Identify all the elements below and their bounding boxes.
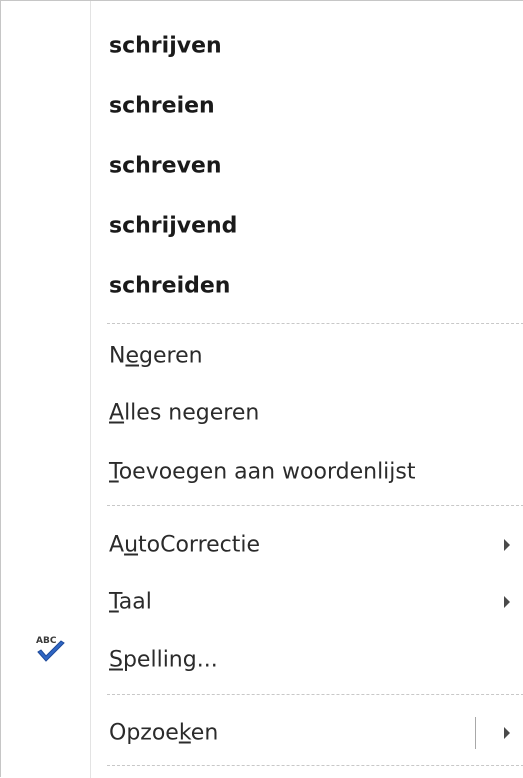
access-key: T (109, 589, 119, 615)
label-part: pelling... (122, 647, 218, 673)
label-part: lles negeren (124, 400, 260, 426)
access-key: u (124, 532, 139, 558)
menu-item-autocorrect[interactable]: AutoCorrectie (91, 515, 523, 575)
suggestion-label: schrijvend (109, 213, 238, 239)
suggestion-item[interactable]: schreven (91, 136, 523, 196)
suggestion-item[interactable]: schrijvend (91, 196, 523, 256)
menu-item-language-label: Taal (109, 590, 152, 615)
label-part: en (190, 720, 219, 746)
menu-item-autocorrect-label: AutoCorrectie (109, 533, 260, 558)
menu-separator (107, 505, 523, 506)
suggestion-label: schreven (109, 153, 222, 179)
menu-separator (107, 765, 523, 766)
split-button-divider (475, 717, 476, 749)
menu-item-spelling[interactable]: Spelling... (91, 630, 523, 690)
label-part: N (109, 343, 126, 369)
access-key: k (178, 720, 191, 746)
access-key: T (109, 459, 119, 485)
label-part: toCorrectie (138, 532, 261, 558)
label-part: Opzoe (109, 720, 179, 746)
spelling-context-menu: schrijven schreien schreven schrijvend s… (0, 0, 523, 778)
chevron-right-icon[interactable] (504, 727, 510, 739)
suggestion-item[interactable]: schreiden (91, 256, 523, 316)
svg-text:ABC: ABC (36, 636, 57, 646)
label-part: geren (139, 343, 203, 369)
label-part: oevoegen aan woordenlijst (118, 459, 416, 485)
suggestion-item[interactable]: schrijven (91, 16, 523, 76)
menu-item-language[interactable]: Taal (91, 572, 523, 632)
access-key: A (109, 400, 125, 426)
menu-item-ignore-all-label: Alles negeren (109, 401, 259, 426)
access-key: e (125, 343, 140, 369)
menu-item-ignore[interactable]: Negeren (91, 326, 523, 386)
label-part: A (109, 532, 125, 558)
menu-item-add-to-dictionary[interactable]: Toevoegen aan woordenlijst (91, 442, 523, 502)
menu-separator (107, 323, 523, 324)
suggestion-label: schreiden (109, 273, 231, 299)
menu-item-spelling-label: Spelling... (109, 648, 218, 673)
suggestion-item[interactable]: schreien (91, 76, 523, 136)
chevron-right-icon (504, 539, 510, 551)
menu-item-lookup-label: Opzoeken (109, 721, 218, 746)
menu-separator (107, 694, 523, 695)
label-part: aal (118, 589, 152, 615)
menu-item-lookup[interactable]: Opzoeken (91, 703, 523, 763)
suggestion-label: schrijven (109, 33, 222, 59)
abc-check-icon: ABC (36, 636, 65, 662)
menu-item-ignore-label: Negeren (109, 344, 203, 369)
menu-item-ignore-all[interactable]: Alles negeren (91, 383, 523, 443)
suggestion-label: schreien (109, 93, 215, 119)
menu-item-add-to-dictionary-label: Toevoegen aan woordenlijst (109, 460, 416, 485)
chevron-right-icon (504, 596, 510, 608)
access-key: S (109, 647, 123, 673)
